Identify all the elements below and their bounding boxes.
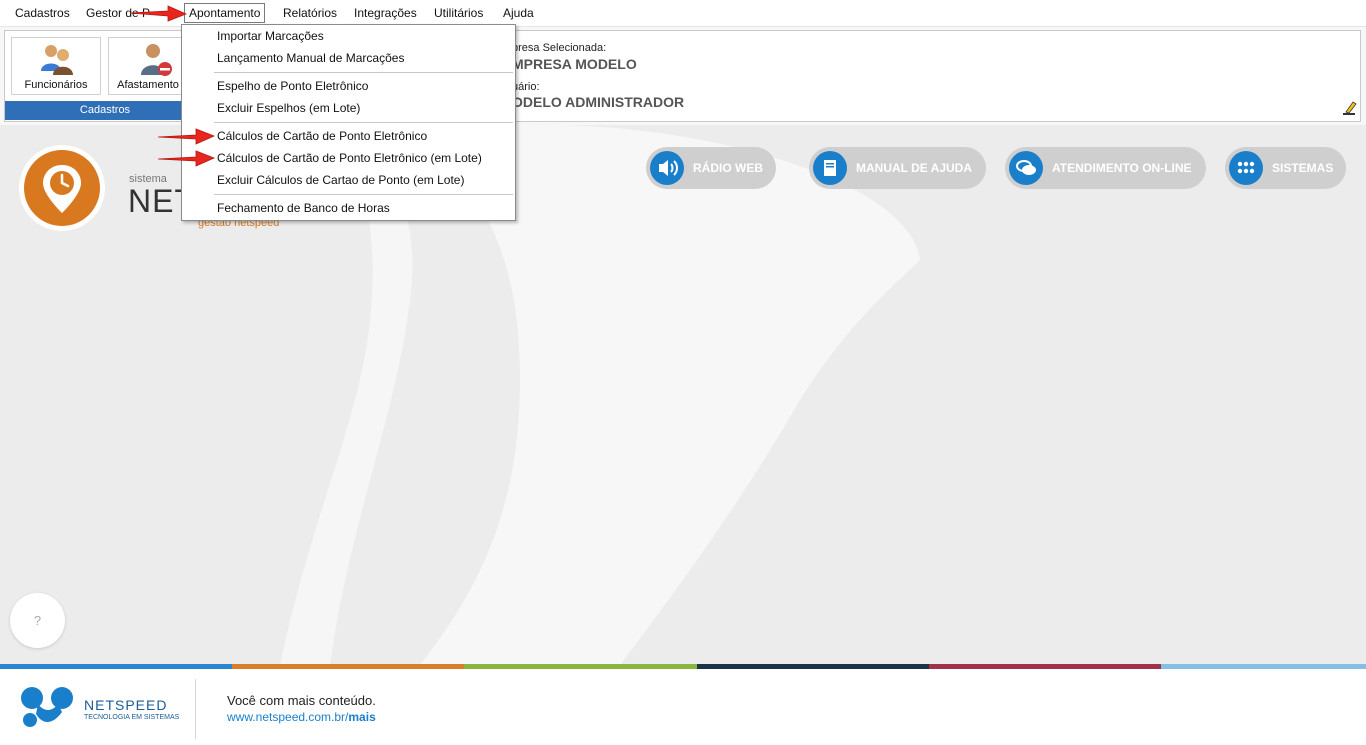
employees-icon bbox=[41, 45, 73, 75]
chat-icon bbox=[1009, 151, 1043, 185]
afastamento-button[interactable]: Afastamento bbox=[108, 37, 188, 95]
menu-bar: Cadastros Gestor de P Apontamento Relató… bbox=[0, 0, 1366, 27]
company-name: MPRESA MODELO bbox=[512, 56, 637, 72]
menu-ajuda[interactable]: Ajuda bbox=[499, 4, 538, 22]
footer-slogan: Você com mais conteúdo. bbox=[227, 693, 376, 708]
menu-calculos-cartao[interactable]: Cálculos de Cartão de Ponto Eletrônico bbox=[217, 126, 427, 146]
footer-brand-tagline: TECNOLOGIA EM SISTEMAS bbox=[84, 714, 180, 721]
menu-integracoes[interactable]: Integrações bbox=[350, 4, 421, 22]
radio-web-button[interactable]: RÁDIO WEB bbox=[646, 147, 776, 189]
sistemas-button[interactable]: SISTEMAS bbox=[1225, 147, 1346, 189]
menu-apontamento[interactable]: Apontamento bbox=[184, 3, 266, 23]
atendimento-online-button[interactable]: ATENDIMENTO ON-LINE bbox=[1005, 147, 1206, 189]
sistemas-label: SISTEMAS bbox=[1272, 161, 1334, 175]
apontamento-dropdown: Importar Marcações Lançamento Manual de … bbox=[181, 24, 516, 221]
menu-fechamento-banco-horas[interactable]: Fechamento de Banco de Horas bbox=[217, 198, 390, 218]
footer-brand: NETSPEED bbox=[84, 697, 168, 713]
menu-cadastros[interactable]: Cadastros bbox=[11, 4, 74, 22]
atendimento-online-label: ATENDIMENTO ON-LINE bbox=[1052, 161, 1192, 175]
footer-link-prefix: www.netspeed.com.br/ bbox=[227, 710, 349, 724]
radio-web-label: RÁDIO WEB bbox=[693, 161, 763, 175]
menu-espelho-ponto[interactable]: Espelho de Ponto Eletrônico bbox=[217, 76, 368, 96]
menu-separator bbox=[214, 194, 513, 195]
user-name: ODELO ADMINISTRADOR bbox=[512, 94, 685, 110]
menu-separator bbox=[214, 72, 513, 73]
menu-excluir-espelhos[interactable]: Excluir Espelhos (em Lote) bbox=[217, 98, 360, 118]
footer-link-bold: mais bbox=[348, 710, 376, 724]
leave-icon bbox=[141, 44, 172, 76]
footer-divider bbox=[195, 679, 196, 739]
netspeed-logo-icon bbox=[21, 687, 73, 727]
menu-relatorios[interactable]: Relatórios bbox=[279, 4, 341, 22]
user-label: uário: bbox=[512, 81, 540, 93]
ribbon-group-label: Cadastros bbox=[5, 101, 205, 120]
menu-excluir-calculos[interactable]: Excluir Cálculos de Cartao de Ponto (em … bbox=[217, 170, 464, 190]
annotation-arrow-icon bbox=[129, 5, 188, 22]
annotation-arrow-icon bbox=[157, 150, 216, 167]
afastamento-label: Afastamento bbox=[117, 79, 179, 91]
menu-separator bbox=[214, 122, 513, 123]
manual-de-ajuda-label: MANUAL DE AJUDA bbox=[856, 161, 973, 175]
grid-dots-icon bbox=[1229, 151, 1263, 185]
funcionarios-label: Funcionários bbox=[24, 79, 88, 91]
menu-calculos-cartao-lote[interactable]: Cálculos de Cartão de Ponto Eletrônico (… bbox=[217, 148, 482, 168]
company-label: presa Selecionada: bbox=[512, 42, 607, 54]
footer-link[interactable]: www.netspeed.com.br/mais bbox=[227, 710, 376, 724]
annotation-arrow-icon bbox=[157, 128, 216, 145]
help-button[interactable]: ? bbox=[10, 593, 65, 648]
manual-de-ajuda-button[interactable]: MANUAL DE AJUDA bbox=[809, 147, 986, 189]
speaker-icon bbox=[650, 151, 684, 185]
location-clock-icon bbox=[24, 150, 100, 226]
menu-importar-marcacoes[interactable]: Importar Marcações bbox=[217, 26, 324, 46]
edit-pencil-icon[interactable] bbox=[1343, 100, 1357, 116]
funcionarios-button[interactable]: Funcionários bbox=[11, 37, 101, 95]
logo-badge bbox=[19, 145, 105, 231]
menu-utilitarios[interactable]: Utilitários bbox=[430, 4, 487, 22]
footer: NETSPEED TECNOLOGIA EM SISTEMAS Você com… bbox=[0, 669, 1366, 745]
menu-lancamento-manual[interactable]: Lançamento Manual de Marcações bbox=[217, 48, 404, 68]
book-icon bbox=[813, 151, 847, 185]
